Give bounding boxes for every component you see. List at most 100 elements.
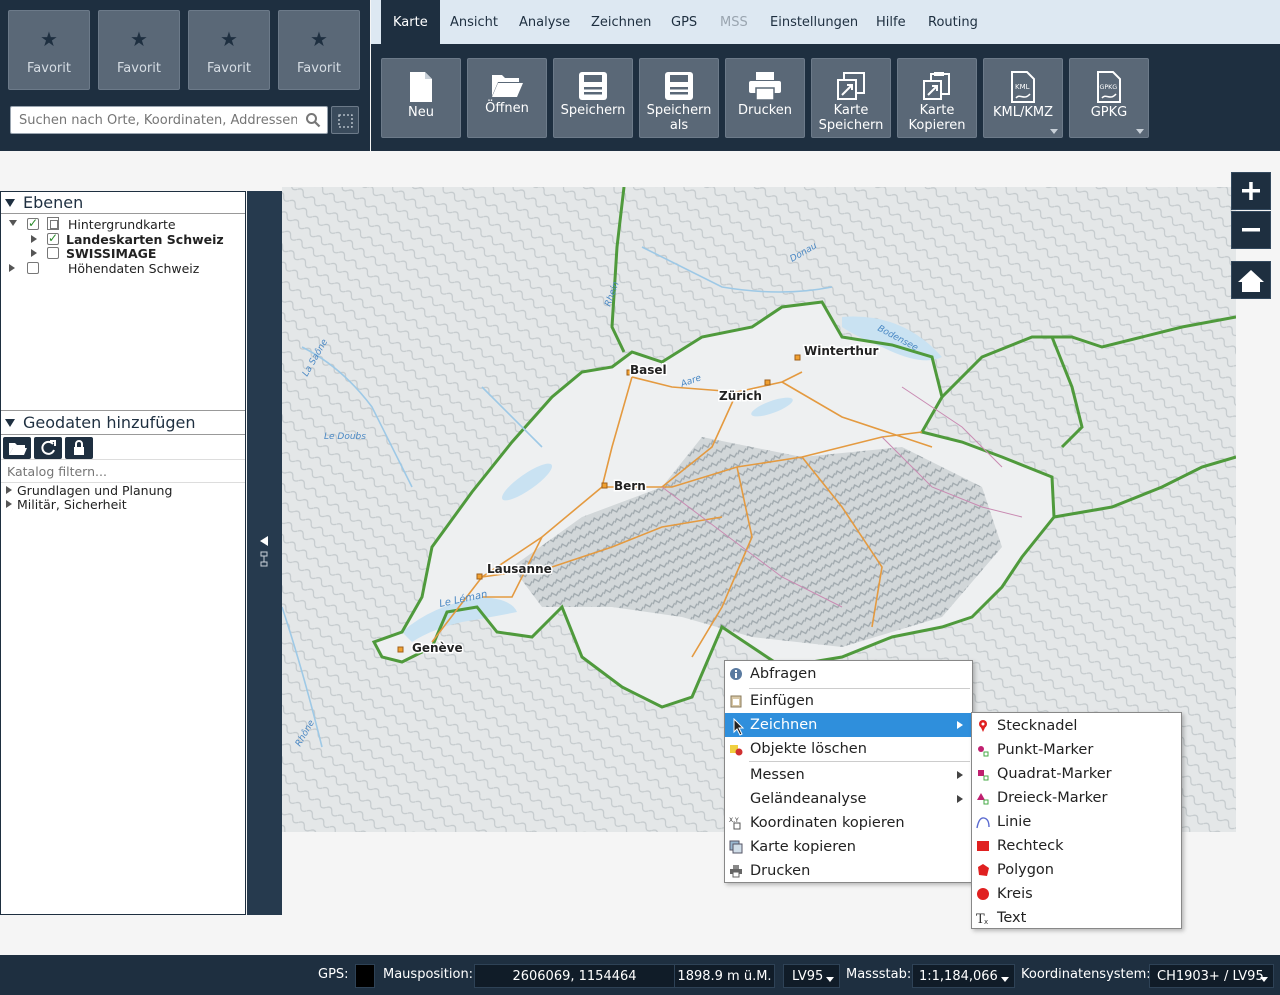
star-icon: ★ xyxy=(310,27,328,51)
tab-analyse[interactable]: Analyse xyxy=(507,0,582,44)
chevron-down-icon xyxy=(1001,977,1009,982)
catalog-item-militaer[interactable]: Militär, Sicherheit xyxy=(1,497,245,512)
draw-item-quadrat-marker[interactable]: Quadrat-Marker xyxy=(972,762,1181,786)
favorite-button-3[interactable]: ★ Favorit xyxy=(188,10,270,90)
print-button[interactable]: Drucken xyxy=(725,58,805,138)
search-input[interactable] xyxy=(11,107,297,133)
star-icon: ★ xyxy=(40,27,58,51)
geodata-header[interactable]: Geodaten hinzufügen xyxy=(1,413,245,433)
map-save-button[interactable]: Karte Speichern xyxy=(811,58,891,138)
menu-item-koordinaten-kopieren[interactable]: X,Y Koordinaten kopieren xyxy=(725,811,972,835)
layer-hintergrundkarte[interactable]: Hintergrundkarte xyxy=(1,216,245,232)
status-bar: GPS: Mausposition: 2606069, 1154464 1898… xyxy=(0,955,1280,995)
collapse-left-icon xyxy=(260,536,268,546)
home-button[interactable] xyxy=(1231,261,1271,299)
tab-gps[interactable]: GPS xyxy=(659,0,709,44)
save-button[interactable]: Speichern xyxy=(553,58,633,138)
map-copy-button[interactable]: Karte Kopieren xyxy=(897,58,977,138)
favorite-button-2[interactable]: ★ Favorit xyxy=(98,10,180,90)
scale-select[interactable]: 1:1,184,066 xyxy=(912,964,1015,988)
draw-item-linie[interactable]: Linie xyxy=(972,810,1181,834)
chevron-down-icon xyxy=(1260,977,1268,982)
new-button[interactable]: Neu xyxy=(381,58,461,138)
info-query-icon xyxy=(730,668,742,680)
search-box xyxy=(10,106,328,134)
layer-checkbox[interactable] xyxy=(27,262,39,274)
chevron-down-icon[interactable] xyxy=(1050,129,1058,134)
menu-item-drucken[interactable]: Drucken xyxy=(725,859,972,883)
draw-item-stecknadel[interactable]: Stecknadel xyxy=(972,714,1181,738)
chevron-down-icon xyxy=(826,977,834,982)
layer-landeskarten[interactable]: Landeskarten Schweiz xyxy=(1,231,245,247)
mouse-cursor-icon xyxy=(733,718,745,736)
line-icon xyxy=(976,817,990,829)
layer-checkbox[interactable] xyxy=(47,247,59,259)
tab-routing[interactable]: Routing xyxy=(916,0,990,44)
layer-tree-icon xyxy=(260,551,268,567)
sidebar: Ebenen Hintergrundkarte Landeskarten Sch… xyxy=(0,191,246,915)
tab-einstellungen[interactable]: Einstellungen xyxy=(758,0,870,44)
tab-hilfe[interactable]: Hilfe xyxy=(864,0,918,44)
gps-indicator[interactable] xyxy=(355,964,375,988)
draw-item-dreieck-marker[interactable]: Dreieck-Marker xyxy=(972,786,1181,810)
crs-select[interactable]: CH1903+ / LV95 xyxy=(1149,964,1274,988)
expand-arrow-icon[interactable] xyxy=(9,220,17,226)
open-button[interactable]: Öffnen xyxy=(467,58,547,138)
menu-item-abfragen[interactable]: Abfragen xyxy=(725,662,972,686)
draw-submenu: Stecknadel Punkt-Marker Quadrat-Marker D… xyxy=(971,712,1182,929)
tab-mss: MSS xyxy=(720,15,748,30)
draw-item-text[interactable]: Tx Text xyxy=(972,906,1181,930)
catalog-item-grundlagen[interactable]: Grundlagen und Planung xyxy=(1,483,245,498)
collapse-triangle-icon xyxy=(5,419,15,427)
kml-kmz-button[interactable]: KML KML/KMZ xyxy=(983,58,1063,138)
text-icon: Tx xyxy=(976,912,988,925)
printer-icon xyxy=(749,72,781,101)
draw-item-punkt-marker[interactable]: Punkt-Marker xyxy=(972,738,1181,762)
open-folder-button[interactable] xyxy=(3,437,31,459)
gpkg-button[interactable]: GPKG GPKG xyxy=(1069,58,1149,138)
draw-item-polygon[interactable]: Polygon xyxy=(972,858,1181,882)
context-menu: Abfragen Einfügen Zeichnen Objekte lösch… xyxy=(724,660,973,883)
rectangle-icon xyxy=(977,841,989,851)
layer-checkbox[interactable] xyxy=(27,216,39,231)
gpkg-file-icon: GPKG xyxy=(1097,71,1121,103)
favorites-panel: ★ Favorit ★ Favorit ★ Favorit ★ Favorit xyxy=(0,0,370,151)
zoom-in-button[interactable] xyxy=(1231,172,1271,210)
save-as-button[interactable]: Speichern als xyxy=(639,58,719,138)
catalog-filter-input[interactable] xyxy=(1,460,241,482)
svg-text:GPKG: GPKG xyxy=(1100,84,1118,91)
tab-ansicht[interactable]: Ansicht xyxy=(438,0,510,44)
lock-button[interactable] xyxy=(65,437,93,459)
expand-arrow-icon[interactable] xyxy=(6,486,12,494)
menu-item-zeichnen[interactable]: Zeichnen xyxy=(725,713,972,737)
area-select-button[interactable] xyxy=(331,106,359,134)
menu-item-karte-kopieren[interactable]: Karte kopieren xyxy=(725,835,972,859)
draw-item-rechteck[interactable]: Rechteck xyxy=(972,834,1181,858)
favorite-button-4[interactable]: ★ Favorit xyxy=(278,10,360,90)
chevron-down-icon[interactable] xyxy=(1136,129,1144,134)
sidebar-toggle[interactable] xyxy=(247,191,282,915)
favorite-button-1[interactable]: ★ Favorit xyxy=(8,10,90,90)
search-icon[interactable] xyxy=(305,112,321,128)
expand-arrow-icon[interactable] xyxy=(6,500,12,508)
menu-item-objekte-loeschen[interactable]: Objekte löschen xyxy=(725,737,972,761)
star-icon: ★ xyxy=(220,27,238,51)
layer-hoehendaten[interactable]: Höhendaten Schweiz xyxy=(1,261,245,276)
height-system-select[interactable]: LV95 xyxy=(783,964,840,988)
expand-arrow-icon[interactable] xyxy=(31,249,37,257)
layer-checkbox[interactable] xyxy=(47,231,59,246)
layer-swissimage[interactable]: SWISSIMAGE xyxy=(1,246,245,261)
layers-header[interactable]: Ebenen xyxy=(1,193,245,213)
menu-item-gelaendeanalyse[interactable]: Geländeanalyse xyxy=(725,787,972,811)
zoom-out-button[interactable] xyxy=(1231,211,1271,249)
menu-item-einfuegen[interactable]: Einfügen xyxy=(725,689,972,713)
menu-item-messen[interactable]: Messen xyxy=(725,763,972,787)
tab-karte[interactable]: Karte xyxy=(381,0,440,44)
tab-zeichnen[interactable]: Zeichnen xyxy=(579,0,663,44)
draw-item-kreis[interactable]: Kreis xyxy=(972,882,1181,906)
expand-arrow-icon[interactable] xyxy=(31,235,37,243)
mouse-position-label: Mausposition: xyxy=(383,967,474,982)
copy-coordinates-icon: X,Y xyxy=(729,817,741,830)
expand-arrow-icon[interactable] xyxy=(9,264,15,272)
refresh-button[interactable] xyxy=(34,437,62,459)
